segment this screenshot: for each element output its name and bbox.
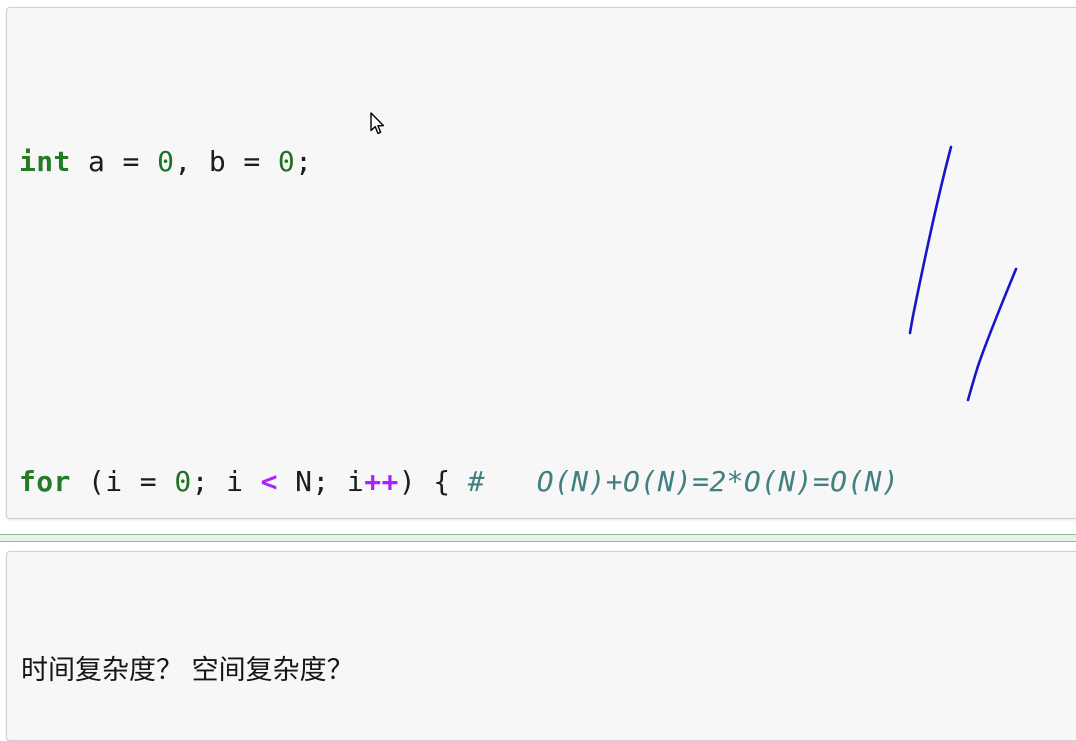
keyword-int: int [19,145,71,178]
keyword-for-1: for [19,465,71,498]
comment-line-3: # O(N)+O(N)=2*O(N)=O(N) [467,465,900,498]
notes-block[interactable]: 时间复杂度？ 空间复杂度？ O(N) 2个单位的内存空间 = O(1) # co… [21,568,1076,740]
number-zero-a: 0 [157,145,175,178]
code-line-1: int a = 0, b = 0; [19,145,313,178]
panel-divider [0,534,1076,542]
code-line-3: for (i = 0; i < N; i++) { # O(N)+O(N)=2*… [19,465,900,498]
notes-question-line: 时间复杂度？ 空间复杂度？ [21,655,354,686]
code-block[interactable]: int a = 0, b = 0; for (i = 0; i < N; i++… [19,22,1076,518]
code-line-2-blank [19,302,1076,342]
mouse-cursor-icon [370,112,385,135]
number-init-i: 0 [174,465,192,498]
code-editor-panel[interactable]: int a = 0, b = 0; for (i = 0; i < N; i++… [6,7,1076,519]
operator-increment-i: ++ [364,465,399,498]
operator-lt-1: < [260,465,278,498]
notes-panel[interactable]: 时间复杂度？ 空间复杂度？ O(N) 2个单位的内存空间 = O(1) # co… [6,551,1076,741]
number-zero-b: 0 [277,145,296,178]
